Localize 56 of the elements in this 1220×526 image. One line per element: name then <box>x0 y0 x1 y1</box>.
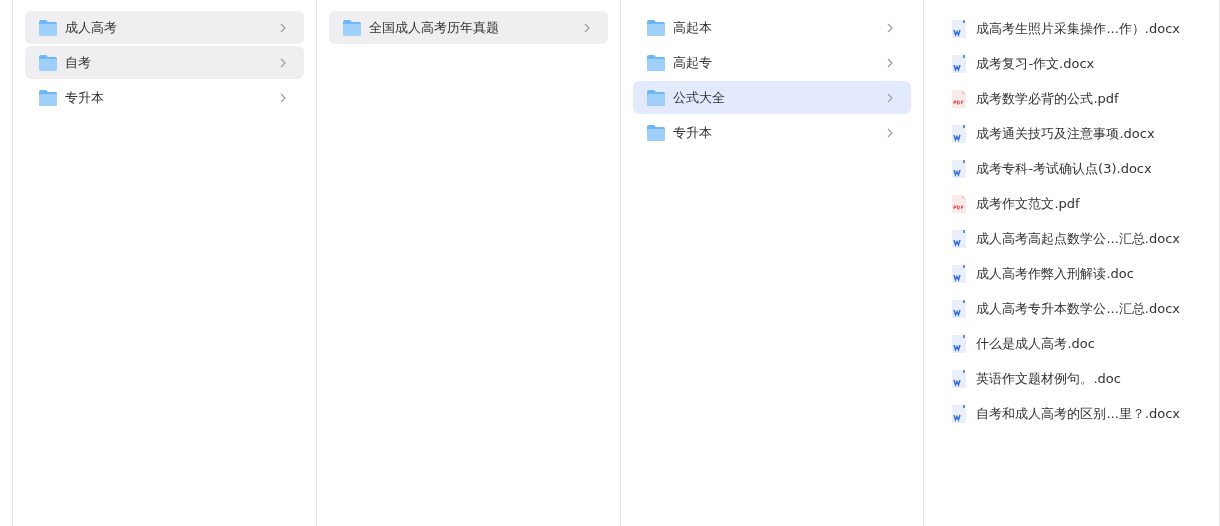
folder-name: 高起专 <box>672 53 713 72</box>
folder-icon <box>342 19 361 36</box>
folder-icon <box>39 89 57 106</box>
folder-item[interactable]: 公式大全 <box>632 81 912 114</box>
chevron-right-icon <box>887 57 894 68</box>
folder-item[interactable]: 高起专 <box>632 46 912 79</box>
folder-item[interactable]: 高起本 <box>632 11 912 44</box>
file-item[interactable]: 自考和成人高考的区别...里？.docx <box>976 404 1180 423</box>
file-item[interactable]: 成人高考高起点数学公...汇总.docx <box>976 229 1180 248</box>
word-document-icon <box>951 159 968 178</box>
folder-name: 公式大全 <box>672 88 726 107</box>
chevron-right-icon <box>887 127 894 138</box>
file-item[interactable]: 成考复习-作文.docx <box>976 54 1095 73</box>
file-item[interactable]: 成考专科-考试确认点(3).docx <box>976 159 1152 178</box>
folder-item[interactable]: 全国成人高考历年真题 <box>328 11 608 44</box>
word-document-icon <box>951 299 968 318</box>
folder-name: 专升本 <box>672 123 713 142</box>
file-item[interactable]: 成高考生照片采集操作...作）.docx <box>976 19 1180 38</box>
word-document-icon <box>951 264 968 283</box>
folder-name: 自考 <box>65 53 92 72</box>
chevron-right-icon <box>279 22 286 33</box>
chevron-right-icon <box>279 57 286 68</box>
pdf-document-icon <box>951 194 968 213</box>
file-item[interactable]: 成考作文范文.pdf <box>976 194 1080 213</box>
folder-item[interactable]: 专升本 <box>25 81 304 114</box>
file-item[interactable]: 什么是成人高考.doc <box>976 334 1095 353</box>
folder-icon <box>646 89 665 106</box>
file-item[interactable]: 成考数学必背的公式.pdf <box>976 89 1119 108</box>
word-document-icon <box>951 334 968 353</box>
word-document-icon <box>951 54 968 73</box>
folder-name: 高起本 <box>672 18 713 37</box>
folder-icon <box>39 19 57 36</box>
file-item[interactable]: 英语作文题材例句。.doc <box>976 369 1121 388</box>
word-document-icon <box>951 124 968 143</box>
chevron-right-icon <box>279 92 286 103</box>
folder-name: 全国成人高考历年真题 <box>368 18 500 37</box>
folder-item[interactable]: 专升本 <box>632 116 912 149</box>
folder-item[interactable]: 自考 <box>25 46 304 79</box>
chevron-right-icon <box>887 22 894 33</box>
word-document-icon <box>951 404 968 423</box>
folder-name: 成人高考 <box>65 18 118 37</box>
word-document-icon <box>951 229 968 248</box>
folder-icon <box>646 124 665 141</box>
folder-icon <box>646 54 665 71</box>
chevron-right-icon <box>887 92 894 103</box>
folder-icon <box>646 19 665 36</box>
word-document-icon <box>951 369 968 388</box>
word-document-icon <box>951 19 968 38</box>
folder-icon <box>39 54 57 71</box>
file-item[interactable]: 成考通关技巧及注意事项.docx <box>976 124 1155 143</box>
chevron-right-icon <box>583 22 590 33</box>
folder-name: 专升本 <box>65 88 105 107</box>
file-item[interactable]: 成人高考专升本数学公...汇总.docx <box>976 299 1180 318</box>
folder-item[interactable]: 成人高考 <box>25 11 304 44</box>
pdf-document-icon <box>951 89 968 108</box>
file-item[interactable]: 成人高考作弊入刑解读.doc <box>976 264 1134 283</box>
